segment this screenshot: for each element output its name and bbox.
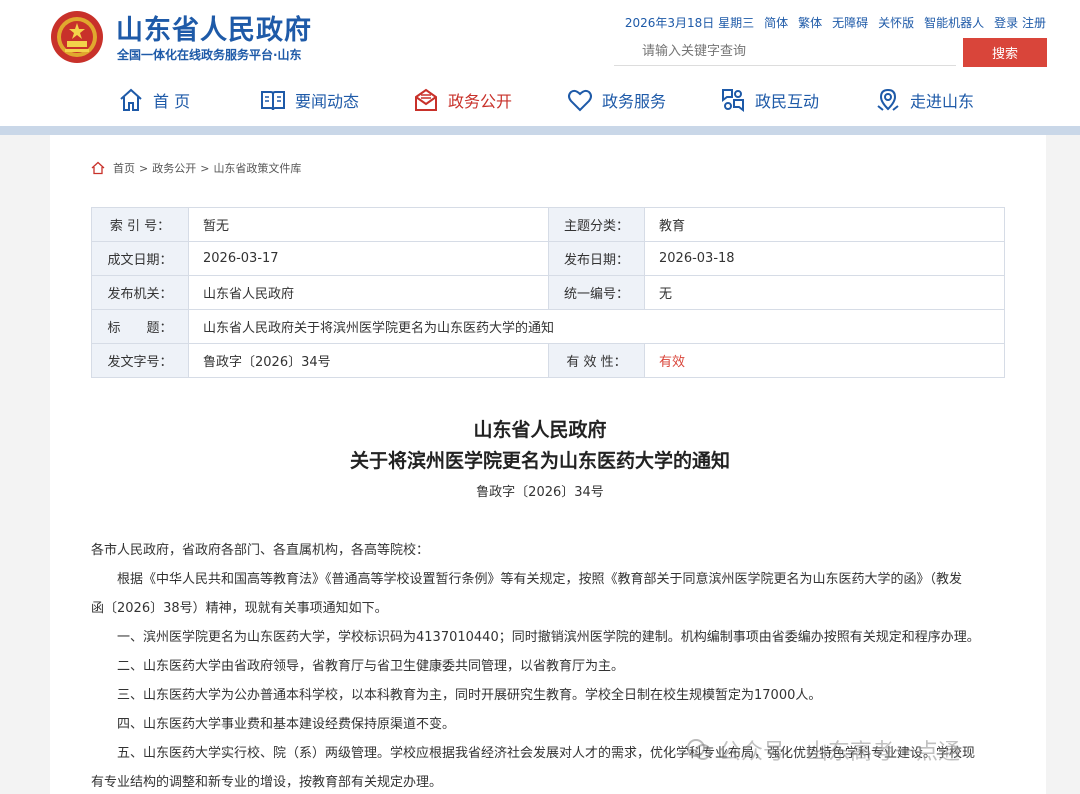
link-traditional[interactable]: 繁体 (798, 14, 822, 31)
wechat-icon (687, 739, 711, 760)
paragraph-item-1: 一、滨州医学院更名为山东医药大学，学校标识码为4137010440；同时撤销滨州… (117, 630, 980, 645)
location-icon (877, 88, 899, 111)
watermark-text: 公众号 · 山东高考一点通 (719, 740, 960, 765)
index-label: 索 引 号： (91, 207, 189, 242)
home-icon[interactable] (91, 161, 105, 175)
nav-label: 首 页 (153, 92, 191, 111)
link-accessibility[interactable]: 无障碍 (832, 14, 868, 31)
heart-icon (568, 89, 592, 112)
nav-label: 政民互动 (755, 92, 820, 111)
validity-value: 有效 (644, 343, 1005, 378)
table-row: 索 引 号： 暂无 主题分类： 教育 (91, 207, 1005, 242)
nav-label: 政务公开 (448, 92, 513, 111)
serial-value: 无 (644, 275, 1005, 310)
interaction-icon (722, 89, 744, 112)
link-care-mode[interactable]: 关怀版 (878, 14, 914, 31)
national-emblem-icon[interactable] (50, 9, 104, 65)
nav-label: 走进山东 (910, 92, 975, 111)
breadcrumb: 首页 > 政务公开 > 山东省政策文件库 (91, 160, 301, 176)
nav-item-services[interactable]: 政务服务 (566, 86, 666, 114)
table-row: 发布机关： 山东省人民政府 统一编号： 无 (91, 275, 1005, 310)
salutation: 各市人民政府，省政府各部门、各直属机构，各高等院校： (91, 543, 430, 558)
breadcrumb-open-gov[interactable]: 政务公开 (152, 160, 196, 176)
serial-label: 统一编号： (548, 275, 645, 310)
paragraph-item-2: 二、山东医药大学由省政府领导，省教育厅与省卫生健康委共同管理，以省教育厅为主。 (117, 659, 625, 674)
created-date-value: 2026-03-17 (188, 241, 549, 276)
paragraph-intro-continued: 函〔2026〕38号）精神，现就有关事项通知如下。 (91, 601, 388, 616)
link-simplified[interactable]: 简体 (764, 14, 788, 31)
paragraph-item-3: 三、山东医药大学为公办普通本科学校，以本科教育为主，同时开展研究生教育。学校全日… (117, 688, 822, 703)
breadcrumb-policy-library[interactable]: 山东省政策文件库 (213, 160, 301, 176)
validity-label: 有 效 性： (548, 343, 645, 378)
doc-number-value: 鲁政字〔2026〕34号 (188, 343, 549, 378)
index-value: 暂无 (188, 207, 549, 242)
category-label: 主题分类： (548, 207, 645, 242)
open-gov-icon (415, 88, 437, 111)
nav-item-news[interactable]: 要闻动态 (259, 86, 359, 114)
nav-item-about[interactable]: 走进山东 (874, 86, 974, 114)
nav-item-interaction[interactable]: 政民互动 (719, 86, 819, 114)
link-login-register[interactable]: 登录 注册 (994, 14, 1046, 31)
paragraph-item-5-continued: 有专业结构的调整和新专业的增设，按教育部有关规定办理。 (91, 775, 443, 790)
watermark: 公众号 · 山东高考一点通 (685, 734, 960, 766)
main-nav: 首 页 要闻动态 政务公开 政务服务 政民互动 走进山东 (0, 82, 1080, 126)
search-input[interactable] (614, 38, 956, 66)
document-metadata-table: 索 引 号： 暂无 主题分类： 教育 成文日期： 2026-03-17 发布日期… (91, 207, 1005, 378)
link-smart-robot[interactable]: 智能机器人 (924, 14, 984, 31)
nav-item-open-gov[interactable]: 政务公开 (412, 86, 512, 114)
document-title-line2: 关于将滨州医学院更名为山东医药大学的通知 (349, 450, 730, 472)
nav-label: 政务服务 (602, 92, 667, 111)
site-header: 山东省人民政府 全国一体化在线政务服务平台·山东 2026年3月18日 星期三 … (0, 0, 1080, 126)
document-number: 鲁政字〔2026〕34号 (476, 485, 604, 500)
category-value: 教育 (644, 207, 1005, 242)
breadcrumb-home[interactable]: 首页 (113, 160, 135, 176)
paragraph-intro: 根据《中华人民共和国高等教育法》《普通高等学校设置暂行条例》等有关规定，按照《教… (117, 572, 963, 587)
date-text: 2026年3月18日 星期三 (624, 16, 755, 30)
document-title-line1: 山东省人民政府 (473, 419, 607, 441)
table-row: 发文字号： 鲁政字〔2026〕34号 有 效 性： 有效 (91, 343, 1005, 378)
published-date-label: 发布日期： (548, 241, 645, 276)
header-divider (0, 126, 1080, 135)
site-title[interactable]: 山东省人民政府 (116, 8, 312, 47)
created-date-label: 成文日期： (91, 241, 189, 276)
nav-label: 要闻动态 (295, 92, 360, 111)
title-value: 山东省人民政府关于将滨州医学院更名为山东医药大学的通知 (188, 309, 1005, 344)
top-links: 2026年3月18日 星期三 简体 繁体 无障碍 关怀版 智能机器人 登录 注册 (625, 14, 1046, 31)
title-label: 标 题： (91, 309, 189, 344)
site-subtitle: 全国一体化在线政务服务平台·山东 (117, 48, 302, 62)
issuer-label: 发布机关： (91, 275, 189, 310)
table-row: 成文日期： 2026-03-17 发布日期： 2026-03-18 (91, 241, 1005, 276)
doc-number-label: 发文字号： (91, 343, 189, 378)
breadcrumb-separator: > (200, 161, 210, 175)
home-icon (120, 88, 142, 111)
news-icon (261, 91, 285, 111)
nav-item-home[interactable]: 首 页 (117, 86, 190, 114)
published-date-value: 2026-03-18 (644, 241, 1005, 276)
issuer-value: 山东省人民政府 (188, 275, 549, 310)
table-row: 标 题： 山东省人民政府关于将滨州医学院更名为山东医药大学的通知 (91, 309, 1005, 344)
search-button[interactable]: 搜索 (963, 38, 1047, 67)
breadcrumb-separator: > (139, 161, 149, 175)
